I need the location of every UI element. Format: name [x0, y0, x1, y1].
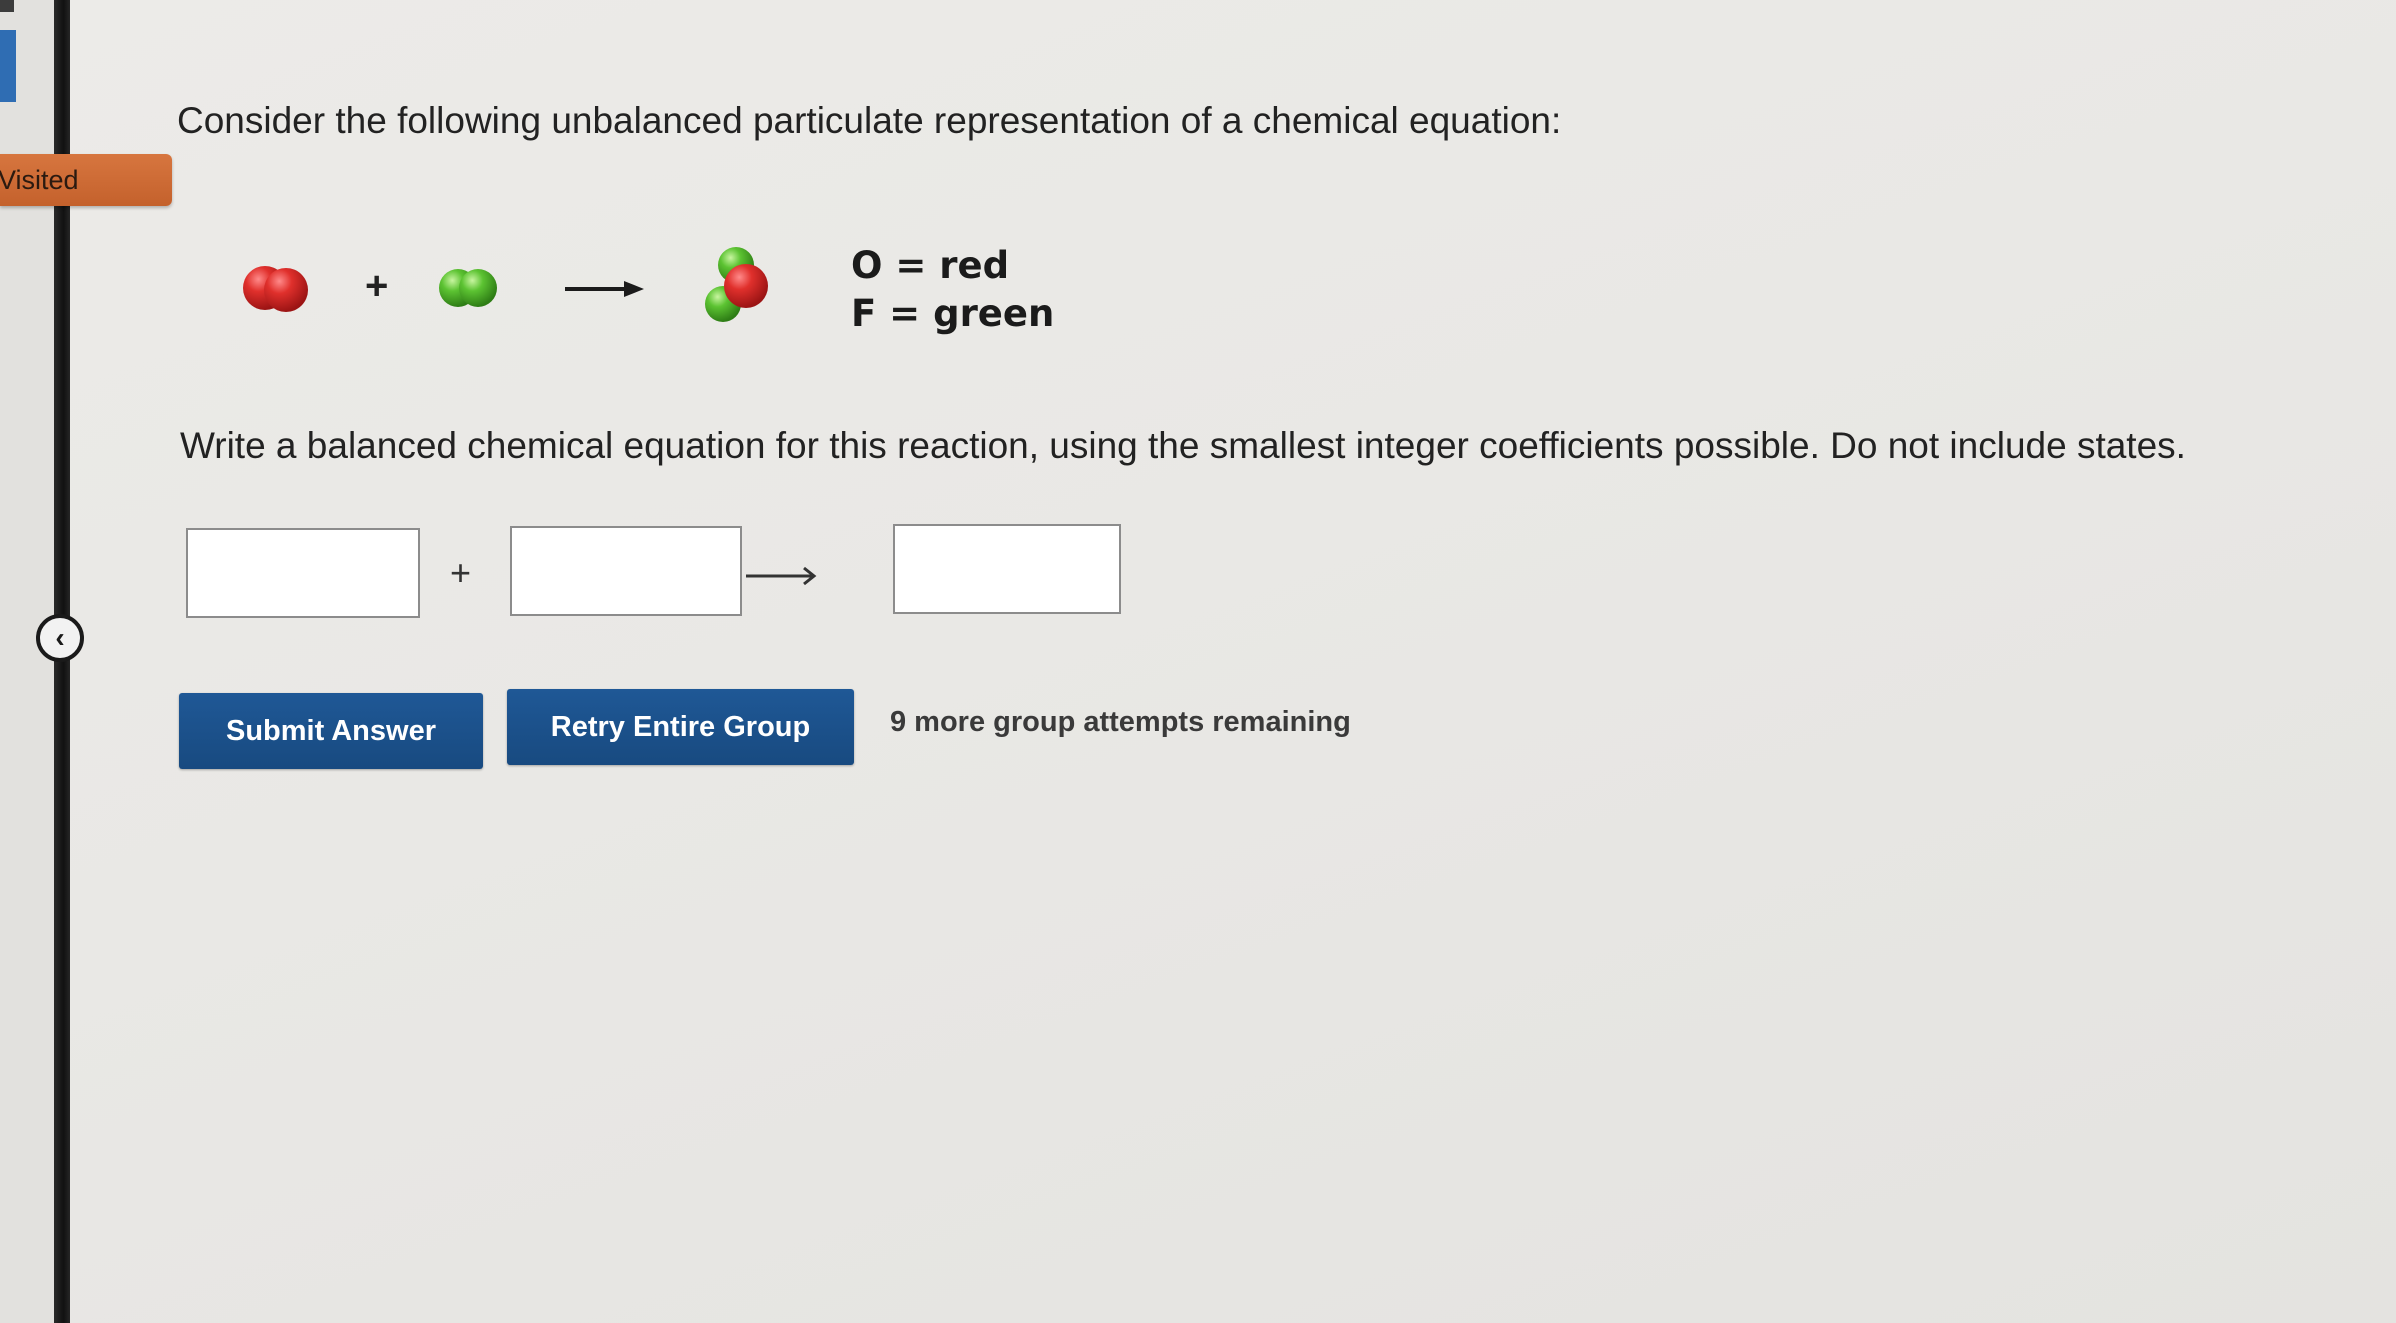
instructions-text: Write a balanced chemical equation for t…: [180, 425, 2186, 466]
particulate-diagram: +: [240, 240, 840, 340]
molecule-diagram: [243, 247, 768, 322]
oxygen-difluoride-molecule: [705, 247, 768, 322]
legend-oxygen: O = red: [851, 244, 1010, 287]
top-tab: [0, 0, 14, 12]
product-input[interactable]: [893, 524, 1121, 614]
reactant-2-input[interactable]: [510, 526, 742, 616]
attempts-remaining-text: 9 more group attempts remaining: [890, 706, 1351, 738]
reaction-plus-sign: +: [365, 264, 389, 308]
question-prompt: Consider the following unbalanced partic…: [177, 100, 1562, 141]
retry-group-button[interactable]: Retry Entire Group: [507, 689, 854, 765]
reaction-arrow-icon: [565, 281, 644, 297]
current-item-indicator: [0, 30, 16, 102]
yields-arrow-icon: [746, 566, 817, 586]
chevron-left-icon: ‹: [55, 622, 65, 653]
collapse-panel-button[interactable]: ‹: [36, 614, 84, 662]
atom-legend: O = red F = green: [851, 242, 1054, 338]
visited-badge[interactable]: Visited: [0, 154, 172, 206]
fluorine-molecule: [439, 269, 497, 307]
equation-plus-sign: +: [450, 552, 472, 593]
oxygen-molecule: [243, 266, 308, 312]
legend-fluorine: F = green: [851, 292, 1055, 335]
reactant-1-input[interactable]: [186, 528, 420, 618]
submit-answer-button[interactable]: Submit Answer: [179, 693, 483, 769]
